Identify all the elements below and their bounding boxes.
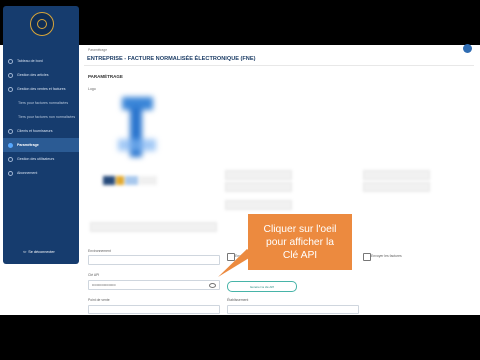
logo-label: Logo bbox=[88, 87, 96, 91]
user-avatar[interactable] bbox=[463, 44, 472, 53]
bottom-right-label: Établissement bbox=[227, 298, 249, 302]
sidebar-item-label: Gestion des articles bbox=[17, 73, 49, 77]
logout-label: Se déconnecter bbox=[28, 249, 55, 254]
blurred-field bbox=[363, 182, 430, 192]
api-key-value: •••••••••••••••••••• bbox=[92, 283, 116, 287]
sidebar-item-label: Paramétrage bbox=[17, 143, 39, 147]
sidebar-item-label: Tiers pour factures non normalisées bbox=[18, 115, 76, 119]
dot-icon bbox=[8, 170, 13, 176]
breadcrumb: Paramétrage bbox=[88, 48, 108, 52]
sidebar-item-sales[interactable]: Gestion des ventes et factures bbox=[3, 82, 79, 96]
dot-icon bbox=[8, 156, 13, 162]
section-title: PARAMÉTRAGE bbox=[88, 74, 123, 79]
environment-label: Environnement bbox=[88, 249, 111, 253]
sidebar-item-label: Gestion des ventes et factures bbox=[17, 87, 66, 91]
blurred-field bbox=[90, 222, 217, 232]
dot-icon bbox=[8, 128, 13, 134]
sidebar-item-label: Abonnement bbox=[17, 171, 38, 175]
sidebar: Tableau de bord Gestion des articles Ges… bbox=[3, 6, 79, 264]
company-logo bbox=[30, 12, 54, 36]
sidebar-menu: Tableau de bord Gestion des articles Ges… bbox=[3, 54, 79, 180]
dot-icon bbox=[8, 86, 13, 92]
tooltip-callout: Cliquer sur l'oeil pour afficher la Clé … bbox=[248, 214, 352, 270]
sidebar-item-normalized-third-parties[interactable]: Tiers pour factures normalisées bbox=[3, 96, 79, 110]
sidebar-item-articles[interactable]: Gestion des articles bbox=[3, 68, 79, 82]
dot-icon bbox=[8, 58, 13, 64]
environment-field[interactable] bbox=[88, 255, 220, 265]
generate-api-key-button[interactable]: Générer la clé API bbox=[227, 281, 297, 292]
point-of-sale-field[interactable] bbox=[88, 305, 220, 314]
blurred-field bbox=[225, 200, 292, 210]
eye-icon[interactable] bbox=[209, 283, 216, 288]
sidebar-item-label: Tiers pour factures normalisées bbox=[18, 101, 69, 105]
blurred-field bbox=[363, 170, 430, 180]
logout-icon: ⇦ bbox=[23, 250, 27, 254]
page-title: ENTREPRISE - FACTURE NORMALISÉE ÉLECTRON… bbox=[87, 56, 256, 62]
sidebar-item-label: Tableau de bord bbox=[17, 59, 43, 63]
sidebar-item-dashboard[interactable]: Tableau de bord bbox=[3, 54, 79, 68]
blurred-field bbox=[225, 170, 292, 180]
sidebar-item-non-normalized-third-parties[interactable]: Tiers pour factures non normalisées bbox=[3, 110, 79, 124]
bottom-left-label: Point de vente bbox=[88, 298, 110, 302]
tooltip-line-3: Clé API bbox=[282, 249, 318, 261]
sidebar-item-subscription[interactable]: Abonnement bbox=[3, 166, 79, 180]
sidebar-item-label: Gestion des utilisateurs bbox=[17, 157, 55, 161]
sidebar-item-label: Clients et fournisseurs bbox=[17, 129, 53, 133]
sidebar-item-users[interactable]: Gestion des utilisateurs bbox=[3, 152, 79, 166]
sidebar-item-clients-suppliers[interactable]: Clients et fournisseurs bbox=[3, 124, 79, 138]
uploaded-logo bbox=[118, 97, 156, 159]
api-key-label: Clé API bbox=[88, 273, 100, 277]
logout-button[interactable]: ⇦ Se déconnecter bbox=[23, 249, 55, 255]
tooltip-line-2: pour afficher la bbox=[266, 236, 334, 248]
send-invoices-checkbox[interactable] bbox=[363, 253, 371, 261]
tooltip-line-1: Cliquer sur l'oeil bbox=[263, 223, 337, 235]
checkbox-right-label: Envoyer les factures bbox=[371, 254, 402, 258]
dot-icon bbox=[8, 142, 13, 148]
sidebar-item-settings[interactable]: Paramétrage bbox=[3, 138, 79, 152]
api-key-field[interactable]: •••••••••••••••••••• bbox=[88, 280, 220, 290]
dot-icon bbox=[8, 72, 13, 78]
blurred-field bbox=[225, 182, 292, 192]
establishment-field[interactable] bbox=[227, 305, 359, 314]
color-swatches bbox=[103, 176, 158, 185]
top-header: Paramétrage ENTREPRISE - FACTURE NORMALI… bbox=[84, 44, 474, 66]
